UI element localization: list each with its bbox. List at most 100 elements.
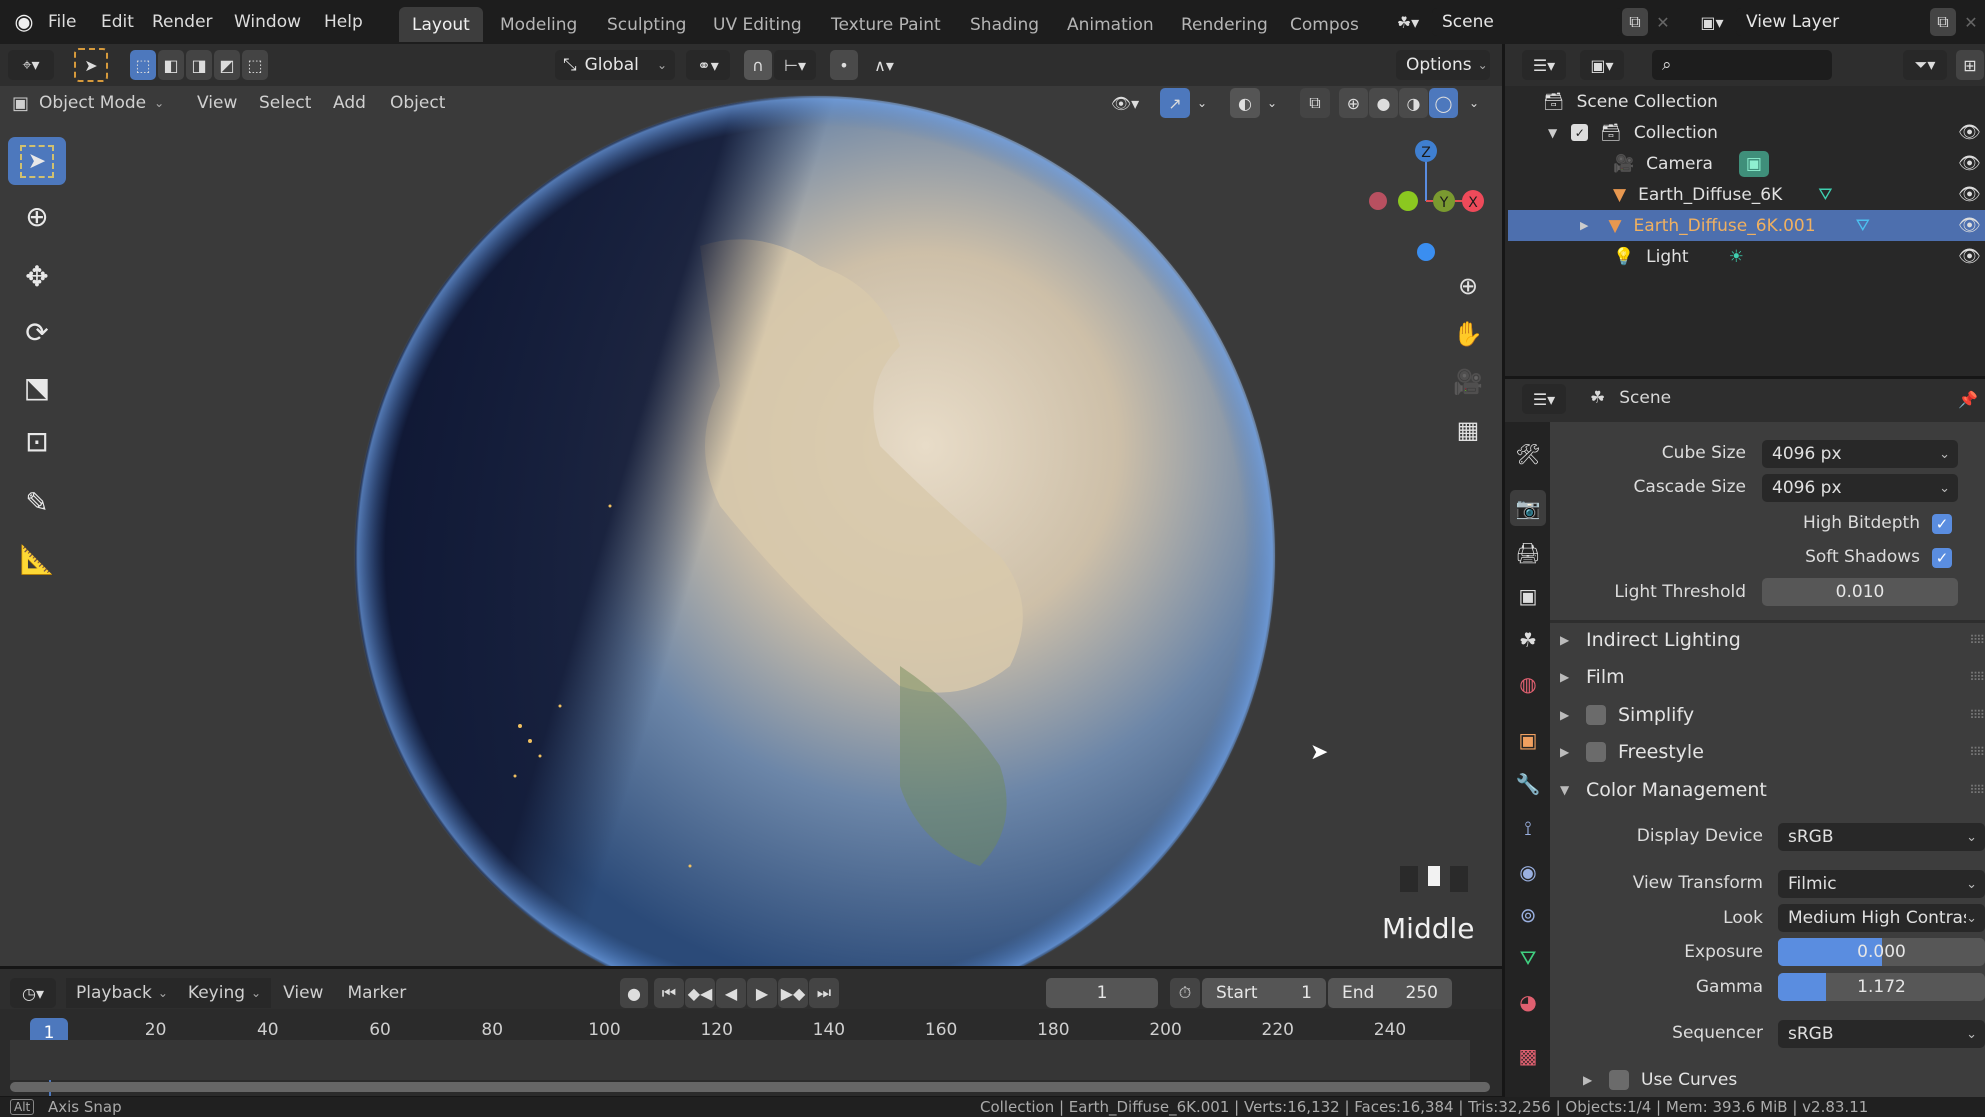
section-indirect-lighting[interactable]: ▶ Indirect Lighting ⠿⠿ (1560, 624, 1985, 656)
tab-texture-paint[interactable]: Texture Paint (818, 7, 954, 42)
camera-data-icon[interactable]: ▣ (1738, 150, 1769, 177)
pin-icon[interactable]: 📌 (1955, 386, 1981, 412)
scene-name-field[interactable]: Scene (1432, 8, 1622, 36)
view-layer-close-icon[interactable]: ✕ (1958, 8, 1984, 36)
simplify-checkbox[interactable] (1586, 705, 1606, 725)
section-simplify[interactable]: ▶ Simplify ⠿⠿ (1560, 699, 1985, 731)
material-tab-icon[interactable]: ◕ (1510, 984, 1546, 1020)
select-invert-icon[interactable]: ◩ (214, 50, 240, 80)
snap-toggle-icon[interactable]: ∩ (744, 50, 772, 80)
chevron-down-icon[interactable]: ⌄ (1464, 88, 1484, 118)
chevron-down-icon[interactable]: ⌄ (1262, 88, 1282, 118)
outliner-collection[interactable]: ▼ ✓ 🗃 Collection 👁 (1508, 117, 1985, 148)
freestyle-checkbox[interactable] (1586, 742, 1606, 762)
render-tab-icon[interactable]: 📷 (1510, 490, 1546, 526)
view-layer-name-field[interactable]: View Layer (1736, 8, 1936, 36)
select-tool-icon[interactable]: ➤ (74, 48, 108, 82)
particles-tab-icon[interactable]: ⟟ (1510, 810, 1546, 846)
tab-layout[interactable]: Layout (399, 7, 483, 42)
gamma-slider[interactable]: 1.172 (1778, 973, 1985, 1001)
cascade-size-dropdown[interactable]: 4096 px ⌄ (1762, 474, 1958, 502)
drag-grip-icon[interactable]: ⠿⠿ (1969, 633, 1985, 647)
outliner-item-light[interactable]: 💡 Light ☀ 👁 (1508, 241, 1985, 272)
viewport-menu-view[interactable]: View (197, 86, 237, 120)
proportional-edit-icon[interactable]: • (830, 50, 858, 80)
measure-tool[interactable]: 📐 (8, 535, 66, 583)
scene-selector-icon[interactable]: ☘▾ (1386, 8, 1430, 36)
tab-sculpting[interactable]: Sculpting (594, 7, 699, 42)
frame-start-field[interactable]: Start 1 (1202, 978, 1326, 1008)
drag-grip-icon[interactable]: ⠿⠿ (1969, 783, 1985, 797)
select-box-tool[interactable]: ➤ (8, 137, 66, 185)
light-data-icon[interactable]: ☀ (1729, 247, 1744, 267)
blender-logo-icon[interactable]: ◉ (10, 8, 38, 36)
timeline-menu-marker[interactable]: Marker (335, 983, 418, 1003)
record-icon[interactable]: ● (620, 978, 648, 1008)
drag-grip-icon[interactable]: ⠿⠿ (1969, 745, 1985, 759)
constraints-tab-icon[interactable]: ⊚ (1510, 897, 1546, 933)
outliner-search-input[interactable]: ⌕ (1652, 50, 1832, 80)
rotate-tool[interactable]: ⟳ (8, 308, 66, 356)
section-color-management[interactable]: ▼ Color Management ⠿⠿ (1560, 774, 1985, 806)
eye-icon[interactable]: 👁 (1958, 184, 1981, 205)
tab-compositing[interactable]: Compos (1277, 7, 1371, 42)
camera-view-icon[interactable]: 🎥 (1450, 364, 1486, 400)
outliner-item-earth-diffuse-6k-001[interactable]: ▶ ▼ Earth_Diffuse_6K.001 ⛛ 👁 (1508, 210, 1985, 241)
transform-orientation-dropdown[interactable]: ⤡ Global ⌄ (555, 50, 675, 80)
outliner-scene-collection[interactable]: 🗃 Scene Collection (1508, 86, 1985, 117)
viewport-menu-select[interactable]: Select (259, 86, 311, 120)
filter-icon[interactable]: ⏷▾ (1903, 50, 1947, 80)
properties-editor-type-icon[interactable]: ☰▾ (1522, 384, 1566, 414)
view-transform-dropdown[interactable]: Filmic ⌄ (1778, 870, 1985, 898)
mesh-data-icon[interactable]: ⛛ (1818, 185, 1832, 205)
tab-uv-editing[interactable]: UV Editing (700, 7, 815, 42)
scene-tab-icon[interactable]: ☘ (1510, 622, 1546, 658)
next-keyframe-icon[interactable]: ▶◆ (778, 978, 808, 1008)
editor-type-icon[interactable]: ⌖▾ (8, 50, 54, 80)
outliner-view-layer-icon[interactable]: ▣▾ (1580, 50, 1624, 80)
snap-target-icon[interactable]: ⊢▾ (774, 50, 816, 80)
sequencer-dropdown[interactable]: sRGB ⌄ (1778, 1020, 1985, 1048)
play-icon[interactable]: ▶ (747, 978, 777, 1008)
timeline-menu-view[interactable]: View (271, 983, 335, 1003)
exposure-slider[interactable]: 0.000 (1778, 938, 1985, 966)
pivot-point-icon[interactable]: ⚭▾ (686, 50, 730, 80)
timeline-menu-keying[interactable]: Keying ⌄ (177, 978, 272, 1008)
zoom-icon[interactable]: ⊕ (1450, 268, 1486, 304)
current-frame-field[interactable]: 1 (1046, 978, 1158, 1008)
wireframe-shading-icon[interactable]: ⊕ (1339, 88, 1368, 118)
prev-keyframe-icon[interactable]: ◆◀ (685, 978, 715, 1008)
use-curves-checkbox[interactable] (1609, 1070, 1629, 1090)
scale-tool[interactable]: ⬔ (8, 363, 66, 411)
object-mode-dropdown[interactable]: ▣ Object Mode ⌄ (12, 86, 164, 120)
look-dropdown[interactable]: Medium High Contras ⌄ (1778, 904, 1985, 932)
3d-viewport[interactable] (0, 86, 1502, 966)
tool-tab-icon[interactable]: 🛠 (1510, 436, 1546, 472)
outliner-item-camera[interactable]: 🎥 Camera ▣ 👁 (1508, 148, 1985, 179)
jump-end-icon[interactable]: ⏭ (809, 978, 839, 1008)
section-use-curves[interactable]: ▶ Use Curves (1583, 1064, 1983, 1096)
transform-tool[interactable]: ⊡ (8, 417, 66, 465)
eye-icon[interactable]: 👁 (1958, 122, 1981, 143)
outliner-item-earth-diffuse-6k[interactable]: ▼ Earth_Diffuse_6K ⛛ 👁 (1508, 179, 1985, 210)
gizmo-neg-x[interactable] (1369, 192, 1387, 210)
menu-render[interactable]: Render (152, 12, 222, 32)
frame-end-field[interactable]: End 250 (1328, 978, 1452, 1008)
overlays-toggle-icon[interactable]: ◐ (1230, 88, 1260, 118)
tab-animation[interactable]: Animation (1054, 7, 1167, 42)
move-tool[interactable]: ✥ (8, 252, 66, 300)
collection-checkbox[interactable]: ✓ (1571, 124, 1589, 141)
rendered-shading-icon[interactable]: ◯ (1429, 88, 1458, 118)
menu-file[interactable]: File (48, 12, 108, 32)
menu-help[interactable]: Help (324, 12, 384, 32)
scene-copy-icon[interactable]: ⧉ (1622, 8, 1648, 36)
outliner-search-text[interactable] (1677, 57, 1818, 73)
select-intersect-icon[interactable]: ⬚ (242, 50, 268, 80)
pan-hand-icon[interactable]: ✋ (1450, 316, 1486, 352)
eye-icon[interactable]: 👁 (1958, 215, 1981, 236)
solid-shading-icon[interactable]: ● (1369, 88, 1398, 118)
gizmo-neg-z[interactable] (1417, 243, 1435, 261)
options-dropdown[interactable]: Options ⌄ (1396, 50, 1490, 80)
cube-size-dropdown[interactable]: 4096 px ⌄ (1762, 440, 1958, 468)
texture-tab-icon[interactable]: ▩ (1510, 1038, 1546, 1074)
